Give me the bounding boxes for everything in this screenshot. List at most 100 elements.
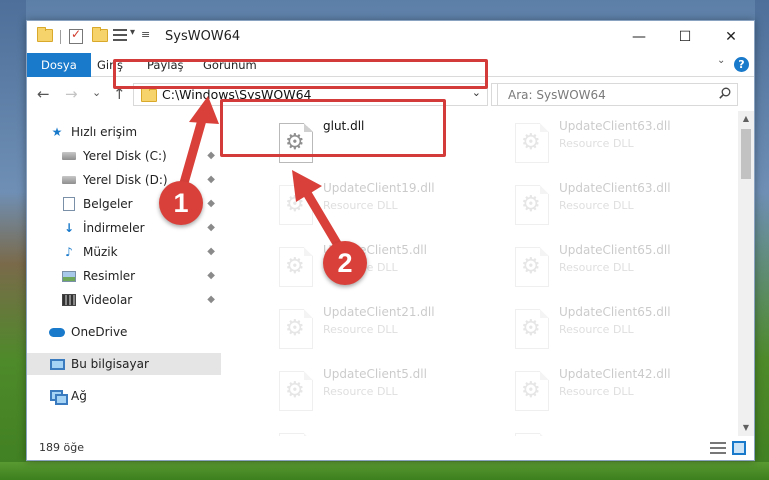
vertical-scrollbar[interactable]: ▲ ▼ bbox=[738, 111, 754, 436]
properties-icon[interactable] bbox=[69, 27, 83, 45]
dll-file-icon bbox=[515, 247, 549, 287]
sidebar-item-label: OneDrive bbox=[71, 325, 128, 339]
folder-icon bbox=[141, 87, 157, 102]
sidebar-item-onedrive[interactable]: OneDrive bbox=[27, 321, 221, 343]
sidebar-item-label: Hızlı erişim bbox=[71, 125, 138, 139]
file-type: Resource DLL bbox=[323, 385, 398, 398]
scroll-down-arrow-icon[interactable]: ▼ bbox=[738, 420, 754, 436]
desktop-background-left bbox=[0, 0, 26, 480]
dll-file-icon bbox=[515, 185, 549, 225]
star-icon: ★ bbox=[51, 125, 63, 139]
sidebar-item-label: Müzik bbox=[83, 245, 118, 259]
file-item[interactable]: UpdateClient5.dll Resource DLL bbox=[273, 365, 493, 421]
recent-locations-icon[interactable]: ⌄ bbox=[92, 86, 101, 99]
sidebar-item-music[interactable]: ♪ Müzik ◆ bbox=[27, 241, 221, 263]
file-item[interactable]: UpdateClient19.dll Resource DLL bbox=[273, 179, 493, 235]
file-item[interactable]: UpdateClient65.dll Resource DLL bbox=[509, 303, 729, 359]
file-type: Resource DLL bbox=[559, 199, 634, 212]
dll-file-icon bbox=[279, 185, 313, 225]
sidebar-item-this-pc[interactable]: Bu bilgisayar bbox=[27, 353, 221, 375]
file-type: Resource DLL bbox=[559, 261, 634, 274]
sidebar-item-label: Resimler bbox=[83, 269, 136, 283]
sidebar-item-label: Yerel Disk (C:) bbox=[83, 149, 167, 163]
file-name: UpdateClient63.dll bbox=[559, 181, 671, 195]
file-name: UpdateClient63.dll bbox=[559, 119, 671, 133]
tab-dosya[interactable]: Dosya bbox=[27, 53, 91, 77]
sidebar-item-label: Yerel Disk (D:) bbox=[83, 173, 168, 187]
new-folder-icon[interactable] bbox=[92, 27, 108, 45]
dll-file-icon bbox=[279, 247, 313, 287]
documents-icon bbox=[61, 197, 77, 211]
back-arrow-icon[interactable]: ← bbox=[37, 85, 50, 103]
file-item[interactable]: UpdateClient63.dll Resource DLL bbox=[509, 117, 729, 173]
forward-arrow-icon[interactable]: → bbox=[65, 85, 78, 103]
step-badge-1: 1 bbox=[159, 181, 203, 225]
desktop-background-right bbox=[755, 0, 769, 480]
file-type: Resource DLL bbox=[323, 199, 398, 212]
file-name: UpdateClient65.dll bbox=[559, 243, 671, 257]
view-icon[interactable] bbox=[113, 29, 127, 45]
sidebar-item-pictures[interactable]: Resimler ◆ bbox=[27, 265, 221, 287]
divider bbox=[60, 30, 61, 44]
file-highlight bbox=[220, 99, 446, 157]
title-bar: ▾ ≡ SysWOW64 — ☐ ✕ bbox=[27, 21, 754, 53]
file-item[interactable]: UpdateClient5.dll Resource DLL bbox=[273, 241, 493, 297]
minimize-button[interactable]: — bbox=[616, 21, 662, 53]
chevron-down-icon[interactable]: ⌄ bbox=[717, 55, 725, 66]
file-name: UpdateClient19.dll bbox=[323, 181, 435, 195]
window-title: SysWOW64 bbox=[165, 29, 241, 44]
file-type: Resource DLL bbox=[559, 385, 634, 398]
file-item[interactable] bbox=[509, 427, 729, 436]
folder-icon bbox=[37, 27, 53, 45]
desktop-background-bottom bbox=[0, 462, 769, 480]
search-icon[interactable] bbox=[719, 87, 731, 99]
videos-icon bbox=[61, 293, 77, 307]
sidebar-item-label: Belgeler bbox=[83, 197, 133, 211]
dll-file-icon bbox=[279, 371, 313, 411]
pin-icon[interactable]: ◆ bbox=[207, 270, 215, 281]
file-item[interactable]: UpdateClient21.dll Resource DLL bbox=[273, 303, 493, 359]
pin-icon[interactable]: ◆ bbox=[207, 150, 215, 161]
scrollbar-thumb[interactable] bbox=[741, 129, 751, 179]
file-name: UpdateClient65.dll bbox=[559, 305, 671, 319]
sidebar-item-local-disk-c[interactable]: Yerel Disk (C:) ◆ bbox=[27, 145, 221, 167]
large-icons-view-icon[interactable] bbox=[732, 441, 746, 455]
sidebar-item-videos[interactable]: Videolar ◆ bbox=[27, 289, 221, 311]
close-button[interactable]: ✕ bbox=[708, 21, 754, 53]
sidebar-item-label: Ağ bbox=[71, 389, 87, 403]
file-type: Resource DLL bbox=[323, 323, 398, 336]
customize-toolbar-icon[interactable]: ≡ bbox=[141, 28, 150, 44]
file-type: Resource DLL bbox=[559, 323, 634, 336]
sidebar-item-network[interactable]: Ağ bbox=[27, 385, 221, 407]
scroll-up-arrow-icon[interactable]: ▲ bbox=[738, 111, 754, 127]
search-input[interactable] bbox=[497, 83, 738, 106]
pin-icon[interactable]: ◆ bbox=[207, 174, 215, 185]
file-name: UpdateClient42.dll bbox=[559, 367, 671, 381]
chevron-down-icon[interactable]: ▾ bbox=[130, 27, 135, 43]
pin-icon[interactable]: ◆ bbox=[207, 294, 215, 305]
navigation-pane: ★ Hızlı erişim Yerel Disk (C:) ◆ Yerel D… bbox=[27, 111, 221, 436]
details-view-icon[interactable] bbox=[710, 442, 726, 454]
computer-icon bbox=[49, 357, 65, 371]
sidebar-item-quick-access[interactable]: ★ Hızlı erişim bbox=[27, 121, 221, 143]
status-bar: 189 öğe bbox=[27, 436, 754, 460]
sidebar-item-label: İndirmeler bbox=[83, 221, 145, 235]
file-item[interactable] bbox=[273, 427, 493, 436]
help-icon[interactable]: ? bbox=[734, 57, 749, 72]
cloud-icon bbox=[49, 325, 65, 339]
file-item[interactable]: UpdateClient65.dll Resource DLL bbox=[509, 241, 729, 297]
dll-file-icon bbox=[279, 309, 313, 349]
pin-icon[interactable]: ◆ bbox=[207, 198, 215, 209]
pin-icon[interactable]: ◆ bbox=[207, 222, 215, 233]
pictures-icon bbox=[61, 269, 77, 283]
item-count: 189 öğe bbox=[39, 441, 84, 454]
pin-icon[interactable]: ◆ bbox=[207, 246, 215, 257]
step-badge-2: 2 bbox=[323, 241, 367, 285]
file-type: Resource DLL bbox=[559, 137, 634, 150]
file-item[interactable]: UpdateClient42.dll Resource DLL bbox=[509, 365, 729, 421]
sidebar-item-label: Videolar bbox=[83, 293, 133, 307]
maximize-button[interactable]: ☐ bbox=[662, 21, 708, 53]
dll-file-icon bbox=[515, 123, 549, 163]
file-name: UpdateClient21.dll bbox=[323, 305, 435, 319]
file-item[interactable]: UpdateClient63.dll Resource DLL bbox=[509, 179, 729, 235]
